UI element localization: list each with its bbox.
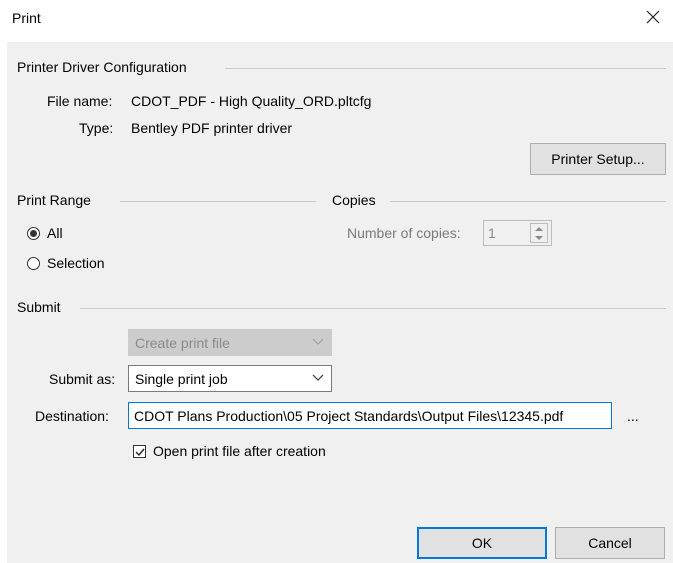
print-mode-dropdown[interactable]: Create print file xyxy=(128,329,332,356)
submit-separator xyxy=(80,308,666,309)
spinner-buttons[interactable] xyxy=(530,223,548,243)
copies-value[interactable]: 1 xyxy=(488,225,496,241)
submit-as-label: Submit as: xyxy=(49,371,116,387)
window-title: Print xyxy=(12,10,41,26)
radio-all[interactable] xyxy=(27,227,40,240)
print-range-section-title: Print Range xyxy=(17,192,91,208)
type-value: Bentley PDF printer driver xyxy=(131,120,293,136)
type-label: Type: xyxy=(79,120,114,136)
checkmark-icon xyxy=(135,448,145,457)
open-after-creation-checkbox[interactable] xyxy=(133,445,146,458)
submit-as-dropdown[interactable]: Single print job xyxy=(128,365,332,392)
destination-input[interactable]: CDOT Plans Production\05 Project Standar… xyxy=(128,402,612,429)
number-of-copies-label: Number of copies: xyxy=(347,225,461,241)
close-button[interactable] xyxy=(640,4,666,30)
copies-separator xyxy=(390,201,666,202)
printer-driver-separator xyxy=(225,68,666,69)
open-after-creation-label[interactable]: Open print file after creation xyxy=(153,443,326,459)
title-bar: Print xyxy=(0,0,673,35)
cancel-button[interactable]: Cancel xyxy=(555,527,665,559)
printer-driver-section-title: Printer Driver Configuration xyxy=(17,59,187,75)
submit-as-value: Single print job xyxy=(135,371,228,387)
ok-button[interactable]: OK xyxy=(417,527,547,559)
print-range-separator xyxy=(120,201,316,202)
close-icon xyxy=(646,10,660,24)
submit-section-title: Submit xyxy=(17,299,61,315)
dialog-body: Printer Driver Configuration File name: … xyxy=(7,42,673,563)
destination-value[interactable]: CDOT Plans Production\05 Project Standar… xyxy=(134,408,563,424)
print-mode-value: Create print file xyxy=(135,335,230,351)
file-name-label: File name: xyxy=(47,93,113,109)
spinner-up-icon[interactable] xyxy=(535,226,543,232)
copies-spinner[interactable]: 1 xyxy=(483,220,552,246)
chevron-down-icon xyxy=(312,374,324,381)
radio-all-label[interactable]: All xyxy=(47,225,63,241)
browse-button[interactable]: ... xyxy=(627,408,639,424)
spinner-down-icon[interactable] xyxy=(535,235,543,241)
destination-label: Destination: xyxy=(35,408,109,424)
printer-setup-button[interactable]: Printer Setup... xyxy=(530,143,666,175)
file-name-value: CDOT_PDF - High Quality_ORD.pltcfg xyxy=(131,93,372,109)
chevron-down-icon xyxy=(312,338,324,345)
radio-selection-label[interactable]: Selection xyxy=(47,255,105,271)
copies-section-title: Copies xyxy=(332,192,376,208)
radio-selection[interactable] xyxy=(27,257,40,270)
